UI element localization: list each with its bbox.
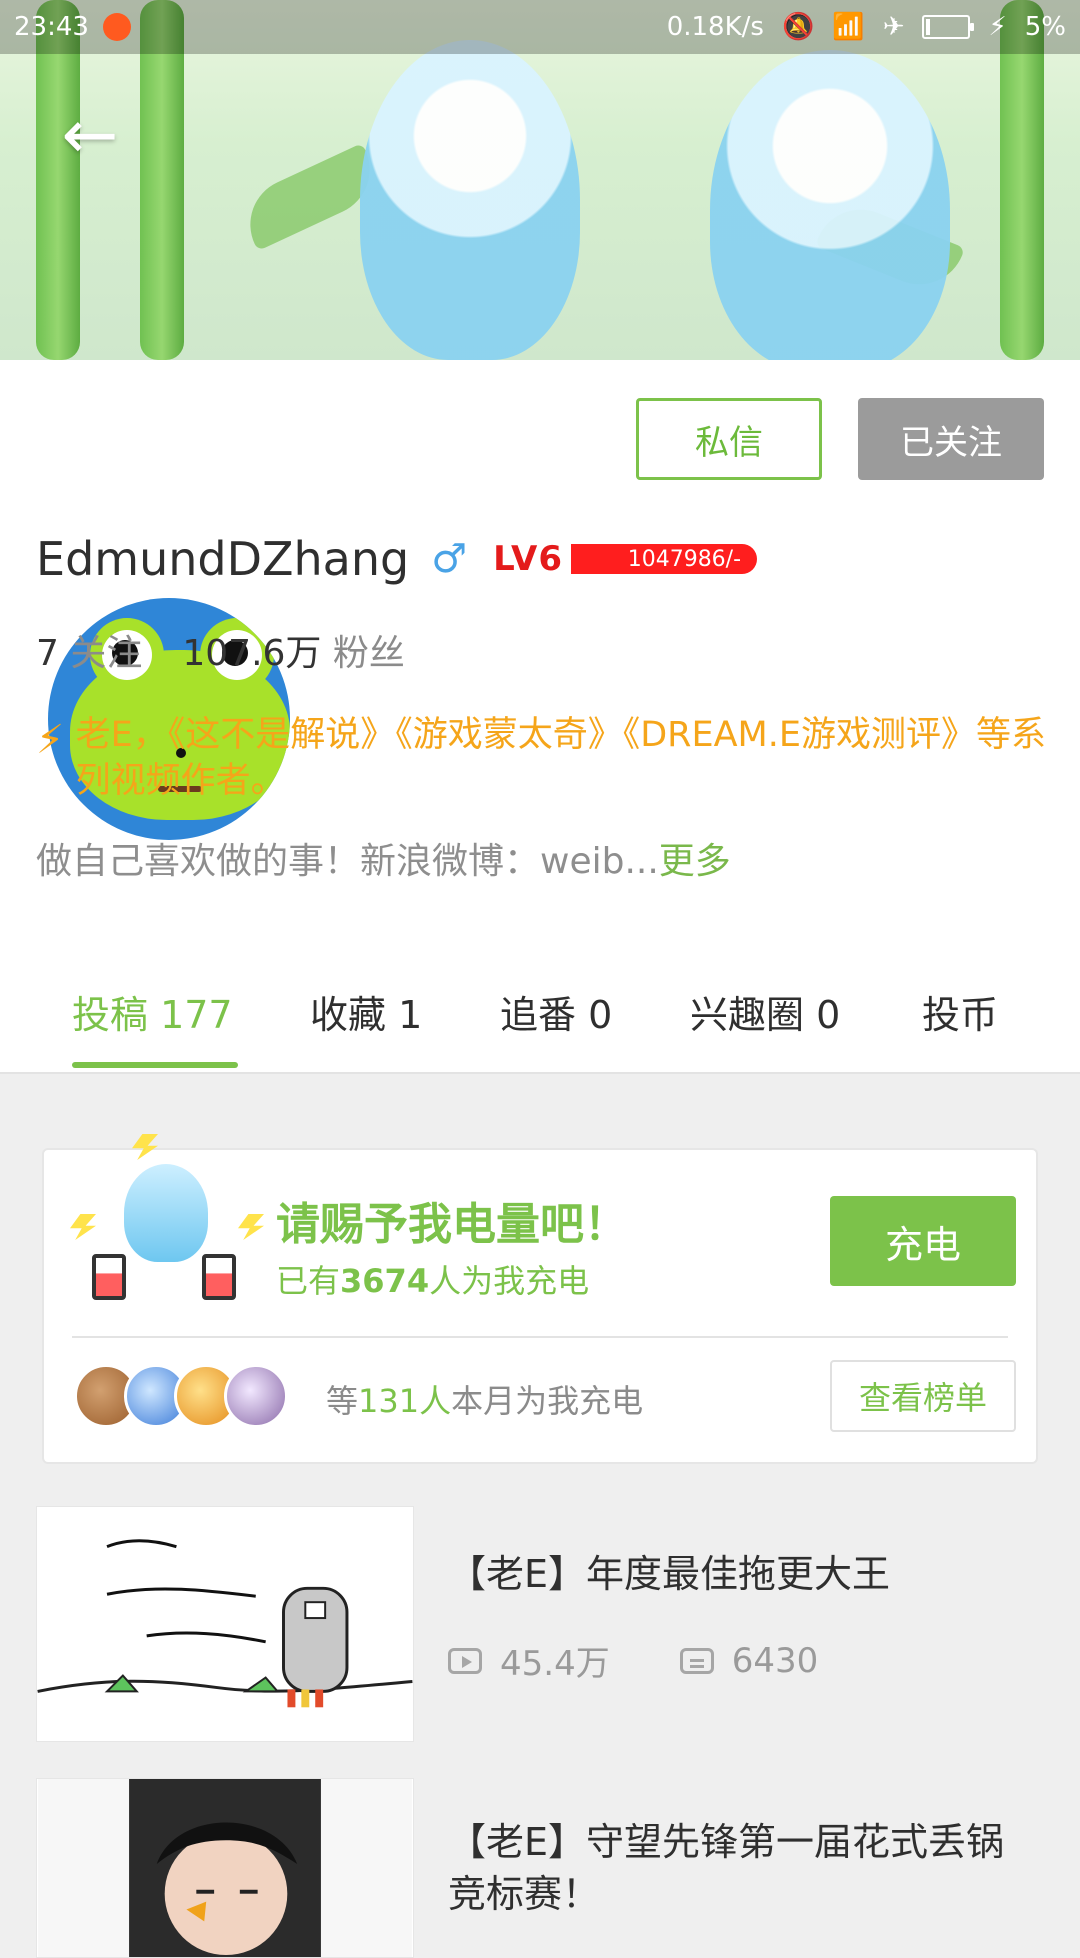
banner-character-left — [360, 40, 580, 360]
status-bar: 23:43 0.18K/s 🔕 📶 ✈ ⚡ 5% — [0, 0, 1080, 54]
level-label: LV6 — [493, 539, 564, 579]
tab-bangumi[interactable]: 追番 0 — [500, 984, 612, 1039]
verified-text: 老E，《这不是解说》《游戏蒙太奇》《DREAM.E游戏测评》等系列视频作者。 — [75, 715, 1046, 801]
mascot-character — [124, 1164, 208, 1262]
charge-card: 请赐予我电量吧！ 已有3674人为我充电 充电 等131人本月为我充电 查看榜单 — [42, 1134, 1038, 1464]
charge-month-note: 等131人本月为我充电 — [326, 1376, 643, 1422]
battery-level — [926, 19, 931, 35]
video-title[interactable]: 【老E】守望先锋第一届花式丢锅竞标赛！ — [448, 1816, 1038, 1920]
charge-note-prefix: 等 — [326, 1382, 359, 1420]
tab-favorites[interactable]: 收藏 1 — [310, 984, 422, 1039]
video-thumbnail[interactable] — [36, 1778, 414, 1958]
views-count: 45.4万 — [500, 1644, 610, 1684]
charge-button[interactable]: 充电 — [830, 1196, 1016, 1286]
level-badge: LV6 1047986/- — [493, 539, 758, 579]
verified-description: ⚡ 老E，《这不是解说》《游戏蒙太奇》《DREAM.E游戏测评》等系列视频作者。 — [36, 712, 1046, 804]
divider — [72, 1336, 1008, 1338]
profile-tabs: 投稿 177 收藏 1 追番 0 兴趣圈 0 投币 — [0, 950, 1080, 1074]
notification-app-icon — [102, 13, 131, 41]
lightning-icon — [238, 1214, 264, 1240]
status-time: 23:43 — [14, 12, 89, 42]
comment-icon — [679, 1647, 714, 1674]
following-stat[interactable]: 7 关注 — [36, 624, 142, 676]
avatar — [224, 1364, 288, 1428]
lightning-icon — [132, 1134, 158, 1160]
bio-text: 做自己喜欢做的事！新浪微博：weib... — [36, 841, 659, 882]
profile-card: 私信 已关注 EdmundDZhang ♂ LV6 1047986/- 7 关注… — [0, 360, 1080, 952]
followers-label: 粉丝 — [332, 633, 405, 674]
views-stat: 45.4万 — [448, 1636, 610, 1685]
charge-note-suffix: 本月为我充电 — [451, 1382, 644, 1420]
comments-count: 6430 — [731, 1640, 819, 1681]
battery-icon — [922, 15, 975, 39]
charging-icon: ⚡ — [988, 12, 1007, 42]
charge-subtitle-count: 3674 — [340, 1262, 430, 1300]
comments-stat: 6430 — [679, 1636, 819, 1685]
message-button[interactable]: 私信 — [636, 398, 822, 480]
mascot-image — [62, 1122, 264, 1312]
charge-note-count: 131人 — [358, 1382, 452, 1420]
video-item[interactable]: 【老E】守望先锋第一届花式丢锅竞标赛！ — [36, 1778, 1046, 1958]
wifi-icon: 📶 — [832, 12, 865, 42]
status-right: 0.18K/s 🔕 📶 ✈ ⚡ 5% — [667, 12, 1066, 42]
charge-subtitle: 已有3674人为我充电 — [276, 1256, 589, 1302]
banner-character-right — [710, 50, 950, 360]
charge-subtitle-prefix: 已有 — [276, 1262, 341, 1300]
following-button[interactable]: 已关注 — [858, 398, 1044, 480]
follow-counts: 7 关注 107.6万 粉丝 — [36, 624, 405, 676]
video-title[interactable]: 【老E】年度最佳拖更大王 — [448, 1548, 1038, 1600]
tab-interest-circles[interactable]: 兴趣圈 0 — [690, 984, 840, 1039]
battery-cup-icon — [202, 1254, 236, 1300]
followers-count: 107.6万 — [182, 633, 322, 674]
video-item[interactable]: 【老E】年度最佳拖更大王 45.4万 6430 — [36, 1506, 1046, 1742]
airplane-icon: ✈ — [882, 12, 905, 42]
battery-cup-icon — [92, 1254, 126, 1300]
charge-subtitle-suffix: 人为我充电 — [429, 1262, 590, 1300]
network-speed: 0.18K/s — [666, 12, 764, 42]
back-arrow-icon[interactable]: ← — [52, 98, 128, 174]
play-icon — [448, 1647, 482, 1674]
bio-more-link[interactable]: 更多 — [659, 841, 731, 882]
level-exp: 1047986/- — [571, 544, 758, 574]
lightning-icon — [70, 1214, 96, 1240]
charge-title: 请赐予我电量吧！ — [276, 1199, 628, 1250]
gender-icon: ♂ — [431, 536, 468, 582]
name-row: EdmundDZhang ♂ LV6 1047986/- — [36, 532, 758, 586]
bamboo-decoration — [140, 0, 184, 360]
following-label: 关注 — [70, 633, 143, 674]
video-meta: 45.4万 6430 — [448, 1636, 818, 1685]
bio: 做自己喜欢做的事！新浪微博：weib...更多 — [36, 832, 731, 884]
followers-stat[interactable]: 107.6万 粉丝 — [182, 624, 405, 676]
sketch-thumbnail-image — [37, 1507, 413, 1741]
bamboo-decoration — [36, 0, 80, 360]
video-thumbnail[interactable] — [36, 1506, 414, 1742]
person-thumbnail-image — [38, 1779, 412, 1957]
charger-avatars[interactable] — [74, 1364, 288, 1428]
active-tab-indicator — [72, 1062, 238, 1068]
profile-banner: 23:43 0.18K/s 🔕 📶 ✈ ⚡ 5% ← — [0, 0, 1080, 360]
battery-percent: 5% — [1024, 12, 1066, 42]
mute-icon: 🔕 — [781, 12, 815, 42]
username: EdmundDZhang — [36, 532, 410, 586]
status-left: 23:43 — [14, 12, 131, 42]
view-ranking-button[interactable]: 查看榜单 — [830, 1360, 1016, 1432]
lightning-icon: ⚡ — [36, 717, 65, 763]
following-count: 7 — [36, 633, 59, 674]
tab-submissions[interactable]: 投稿 177 — [72, 984, 233, 1039]
tab-coins[interactable]: 投币 — [922, 984, 998, 1039]
bamboo-decoration — [1000, 0, 1044, 360]
